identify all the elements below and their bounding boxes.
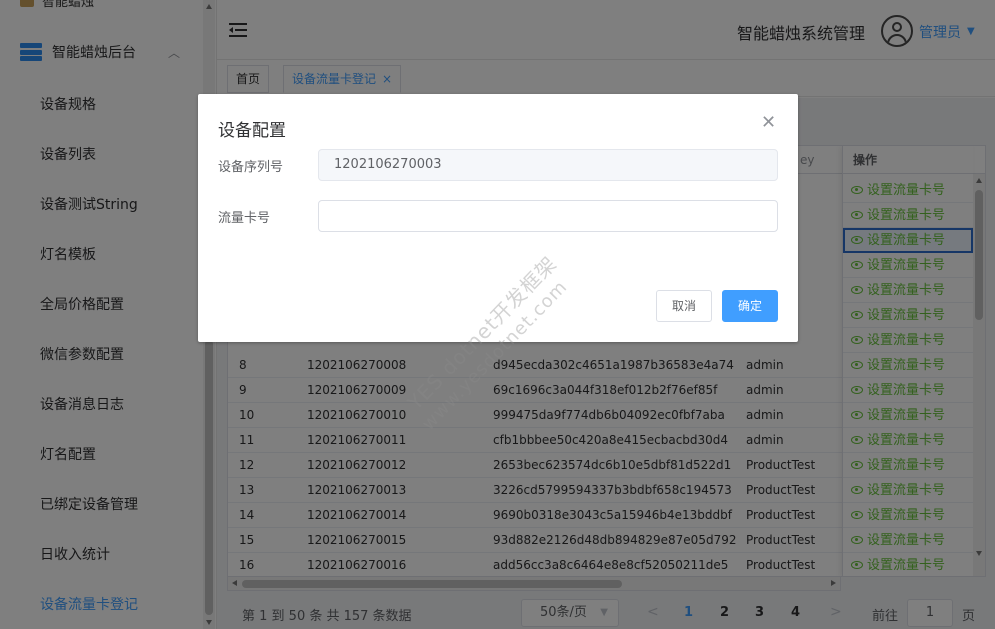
confirm-button[interactable]: 确定 <box>722 290 778 322</box>
serial-label: 设备序列号 <box>218 160 284 175</box>
dialog-title: 设备配置 <box>218 121 286 141</box>
serial-input: 1202106270003 <box>318 149 778 181</box>
card-number-input[interactable] <box>318 200 778 232</box>
device-config-dialog: 设备配置 ✕ 设备序列号 1202106270003 流量卡号 取消 确定 <box>198 94 798 342</box>
close-icon[interactable]: ✕ <box>761 112 776 133</box>
card-label: 流量卡号 <box>218 211 271 226</box>
cancel-button[interactable]: 取消 <box>656 290 712 322</box>
